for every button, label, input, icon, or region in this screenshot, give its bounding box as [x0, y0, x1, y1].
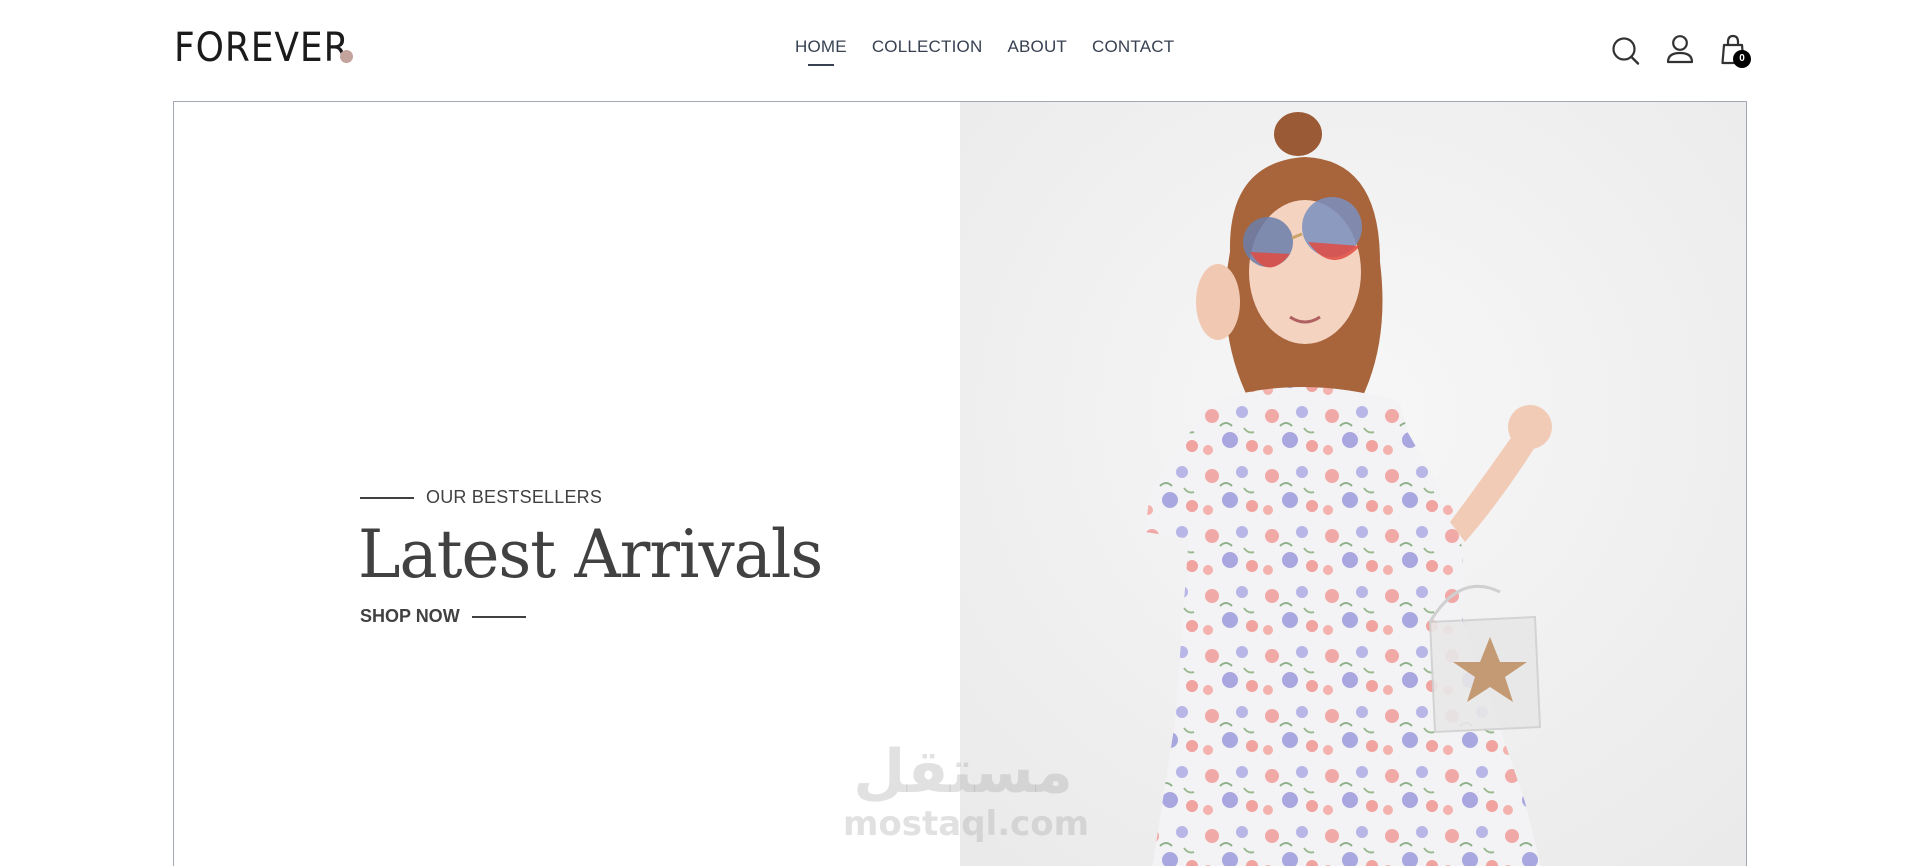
nav-contact[interactable]: CONTACT — [1092, 37, 1174, 57]
shop-now-link[interactable]: SHOP NOW — [360, 606, 526, 627]
nav-collection[interactable]: COLLECTION — [872, 37, 983, 57]
search-icon[interactable] — [1610, 33, 1642, 67]
eyebrow-text: OUR BESTSELLERS — [426, 487, 603, 507]
site-header: FOREVER HOME COLLECTION ABOUT CONTACT 0 — [0, 0, 1918, 100]
hero-title: Latest Arrivals — [358, 516, 823, 593]
brand-logo[interactable]: FOREVER — [174, 24, 350, 72]
cart-count-badge: 0 — [1733, 50, 1751, 68]
nav-about[interactable]: ABOUT — [1007, 37, 1067, 57]
hero-text-panel: OUR BESTSELLERS Latest Arrivals SHOP NOW — [174, 102, 960, 866]
hero-image — [960, 102, 1746, 866]
eyebrow-line — [360, 496, 414, 499]
shop-now-label[interactable]: SHOP NOW — [360, 606, 460, 627]
profile-icon[interactable] — [1664, 33, 1696, 67]
logo-dot — [340, 50, 353, 63]
shop-now-line — [471, 615, 526, 618]
hero-banner: OUR BESTSELLERS Latest Arrivals SHOP NOW — [173, 101, 1747, 866]
nav-home[interactable]: HOME — [795, 37, 847, 66]
hero-eyebrow: OUR BESTSELLERS — [360, 487, 602, 508]
girl-in-floral-dress-illustration — [960, 102, 1746, 866]
main-nav: HOME COLLECTION ABOUT CONTACT — [795, 37, 1174, 66]
